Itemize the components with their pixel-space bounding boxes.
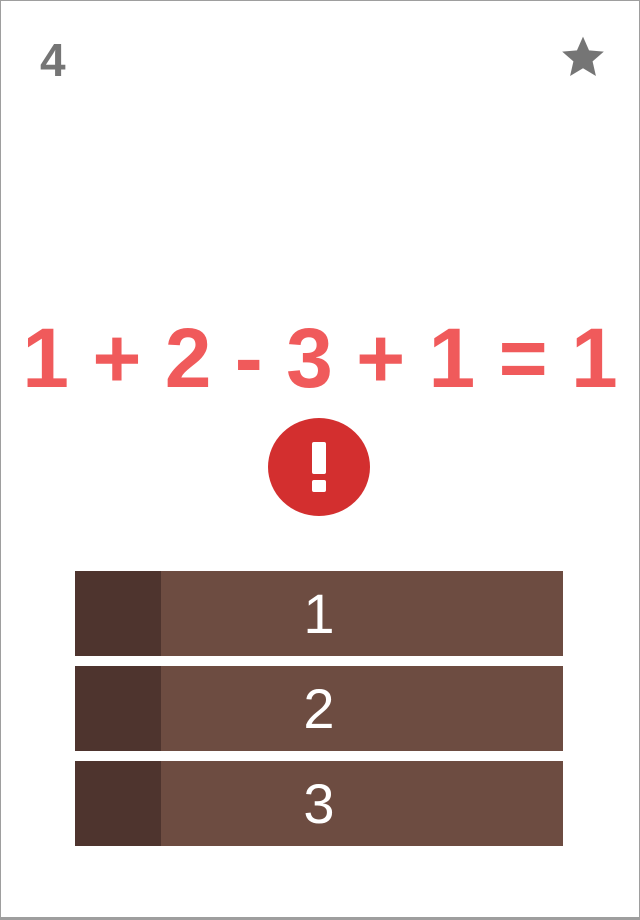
- answer-button-3[interactable]: 3: [75, 761, 563, 846]
- answer-button-1[interactable]: 1: [75, 571, 563, 656]
- star-icon: [562, 36, 604, 76]
- answer-label: 3: [303, 772, 335, 835]
- answer-options: 1 2 3: [75, 571, 563, 856]
- answer-label: 1: [303, 582, 335, 645]
- exclamation-alert-icon: [268, 418, 370, 516]
- answer-label: 2: [303, 677, 335, 740]
- answer-button-2[interactable]: 2: [75, 666, 563, 751]
- star-button[interactable]: [558, 32, 608, 82]
- score-counter: 4: [40, 34, 66, 86]
- equation-display: 1 + 2 - 3 + 1 = 1: [22, 311, 618, 405]
- wrong-answer-indicator: [268, 418, 370, 516]
